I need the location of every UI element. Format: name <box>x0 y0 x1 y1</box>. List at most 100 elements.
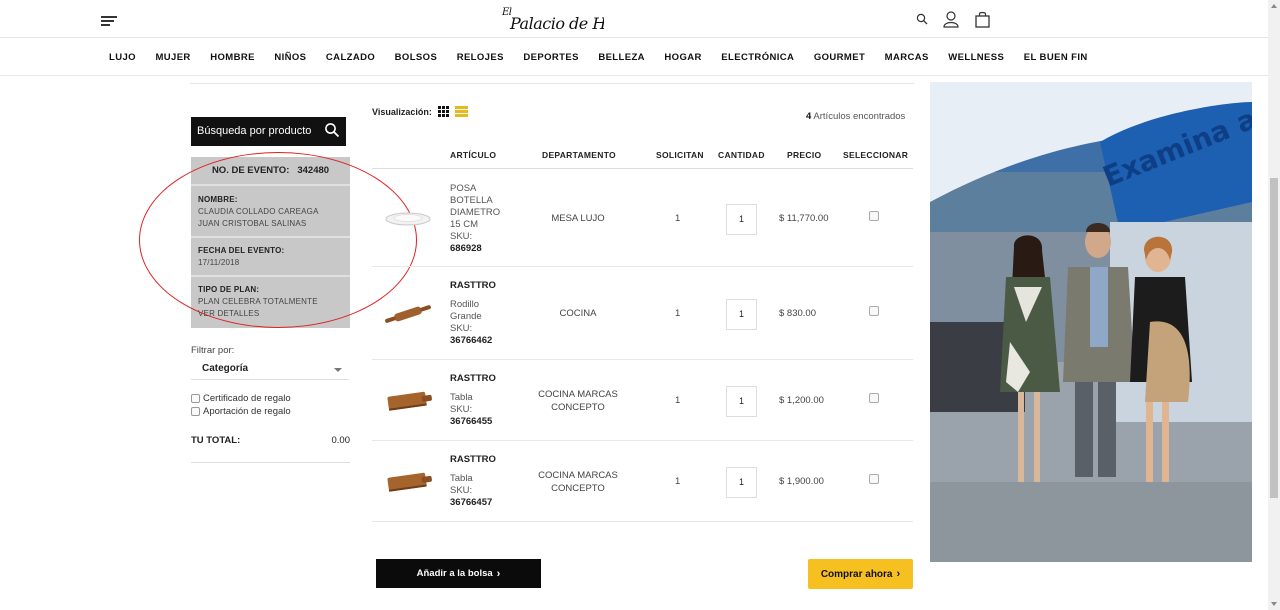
product-name-line[interactable]: Grande <box>450 311 496 323</box>
cutting-board-image[interactable] <box>382 386 434 416</box>
sku-value: 686928 <box>450 242 482 254</box>
buy-now-label: Comprar ahora <box>820 568 893 580</box>
nav-item[interactable]: ELECTRÓNICA <box>721 52 794 63</box>
select-checkbox[interactable] <box>869 305 879 316</box>
product-name-line[interactable]: BOTELLA <box>450 195 500 207</box>
nav-item[interactable]: WELLNESS <box>948 52 1004 63</box>
nav-item[interactable]: MUJER <box>155 52 190 63</box>
product-department: COCINA <box>530 307 626 320</box>
gift-contribution-checkbox[interactable]: Aportación de regalo <box>191 406 291 417</box>
search-icon <box>325 123 340 138</box>
sku-label: SKU: <box>450 484 473 496</box>
sku-label: SKU: <box>450 403 473 415</box>
sku-value: 36766457 <box>450 496 493 508</box>
select-checkbox[interactable] <box>869 210 879 221</box>
scrollbar-thumb[interactable] <box>1270 178 1278 498</box>
table-header: ARTÍCULO DEPARTAMENTO SOLICITAN CANTIDAD… <box>372 148 913 169</box>
product-name-line[interactable]: POSA <box>450 183 500 195</box>
add-to-bag-button[interactable]: Añadir a la bolsa › <box>376 559 541 588</box>
column-select: SELECCIONAR <box>843 150 909 160</box>
event-info-panel: NO. DE EVENTO: 342480 NOMBRE: CLAUDIA CO… <box>191 157 350 328</box>
sku-label: SKU: <box>450 322 473 334</box>
department-line: CONCEPTO <box>551 482 605 494</box>
product-search-button[interactable]: Búsqueda por producto <box>191 117 346 146</box>
site-logo[interactable]: El Palacio de Hierro <box>500 4 643 34</box>
event-plan-value: PLAN CELEBRA TOTALMENTE <box>198 297 318 306</box>
logo-script: El Palacio de Hierro <box>501 7 643 33</box>
checkbox-icon <box>191 407 200 416</box>
department-line: COCINA MARCAS <box>538 388 618 400</box>
product-department: COCINA MARCAS CONCEPTO <box>530 388 626 414</box>
chevron-down-icon <box>334 368 342 372</box>
page-scrollbar[interactable] <box>1268 0 1280 610</box>
product-brand[interactable]: RASTTRO <box>450 454 496 466</box>
category-nav: LUJO MUJER HOMBRE NIÑOS CALZADO BOLSOS RELOJES… <box>0 38 1268 76</box>
product-name-line[interactable]: DIAMETRO <box>450 207 500 219</box>
department-line: COCINA MARCAS <box>538 469 618 481</box>
select-checkbox[interactable] <box>869 392 879 403</box>
view-toggle: Visualización: <box>372 106 468 117</box>
quantity-input[interactable]: 1 <box>726 466 757 498</box>
product-name-line[interactable]: Rodillo <box>450 299 496 311</box>
menu-icon[interactable] <box>101 16 117 26</box>
table-row: RASTTRO Tabla SKU: 36766455 COCINA MARCAS CON… <box>372 360 913 441</box>
product-name-line[interactable]: Tabla <box>450 392 496 404</box>
event-plan-block: TIPO DE PLAN: PLAN CELEBRA TOTALMENTE VE… <box>191 277 350 328</box>
event-plan-label: TIPO DE PLAN: <box>198 285 260 294</box>
product-price: $ 830.00 <box>779 307 816 319</box>
sku-value: 36766455 <box>450 415 493 427</box>
nav-item[interactable]: HOGAR <box>664 52 701 63</box>
svg-text:Palacio de Hierro: Palacio de Hierro <box>509 14 604 33</box>
gift-contribution-label: Aportación de regalo <box>203 406 291 417</box>
gift-certificate-label: Certificado de regalo <box>203 393 291 404</box>
nav-item[interactable]: DEPORTES <box>523 52 578 63</box>
category-filter-value: Categoría <box>202 363 249 374</box>
scroll-down-icon[interactable] <box>1271 602 1277 606</box>
nav-item[interactable]: BELLEZA <box>598 52 645 63</box>
quantity-input[interactable]: 1 <box>726 385 757 417</box>
plate-image[interactable] <box>382 204 434 234</box>
requested-count: 1 <box>675 307 681 319</box>
event-number-block: NO. DE EVENTO: 342480 <box>191 157 350 186</box>
select-checkbox[interactable] <box>869 473 879 484</box>
nav-item[interactable]: BOLSOS <box>395 52 438 63</box>
rolling-pin-image[interactable] <box>382 299 434 329</box>
event-name-line-1: CLAUDIA COLLADO CAREAGA <box>198 207 319 216</box>
cutting-board-image[interactable] <box>382 467 434 497</box>
nav-item[interactable]: EL BUEN FIN <box>1024 52 1088 63</box>
nav-item[interactable]: RELOJES <box>457 52 504 63</box>
add-to-bag-label: Añadir a la bolsa <box>416 568 493 579</box>
chevron-right-icon: › <box>896 568 901 580</box>
column-department: DEPARTAMENTO <box>542 150 616 160</box>
product-name-line[interactable]: 15 CM <box>450 219 500 231</box>
grid-view-icon[interactable] <box>437 106 449 117</box>
search-icon[interactable] <box>916 13 928 25</box>
bag-icon[interactable] <box>974 11 991 28</box>
scroll-up-icon[interactable] <box>1271 4 1277 8</box>
product-department: MESA LUJO <box>530 212 626 225</box>
product-name-line[interactable]: Tabla <box>450 473 496 485</box>
buy-now-button[interactable]: Comprar ahora › <box>808 559 913 589</box>
event-number-label: NO. DE EVENTO: <box>211 165 290 176</box>
filter-label: Filtrar por: <box>191 345 235 356</box>
department-line: COCINA <box>559 308 597 319</box>
nav-item[interactable]: CALZADO <box>326 52 375 63</box>
quantity-input[interactable]: 1 <box>726 203 757 235</box>
product-info: POSA BOTELLA DIAMETRO 15 CM SKU: 686928 <box>450 183 500 255</box>
event-name-block: NOMBRE: CLAUDIA COLLADO CAREAGA JUAN CRI… <box>191 186 350 238</box>
product-brand[interactable]: RASTTRO <box>450 280 496 292</box>
nav-item[interactable]: NIÑOS <box>274 52 306 63</box>
nav-item[interactable]: MARCAS <box>885 52 929 63</box>
product-brand[interactable]: RASTTRO <box>450 373 496 385</box>
nav-item[interactable]: LUJO <box>109 52 136 63</box>
user-icon[interactable] <box>942 10 960 28</box>
plan-details-link[interactable]: VER DETALLES <box>198 308 343 320</box>
gift-certificate-checkbox[interactable]: Certificado de regalo <box>191 393 291 404</box>
product-price: $ 1,900.00 <box>779 475 824 487</box>
table-row: RASTTRO Tabla SKU: 36766457 COCINA MARCAS CON… <box>372 441 913 522</box>
quantity-input[interactable]: 1 <box>726 298 757 330</box>
category-filter-select[interactable]: Categoría <box>191 360 349 380</box>
nav-item[interactable]: HOMBRE <box>210 52 255 63</box>
list-view-icon[interactable] <box>454 106 468 117</box>
nav-item[interactable]: GOURMET <box>814 52 865 63</box>
